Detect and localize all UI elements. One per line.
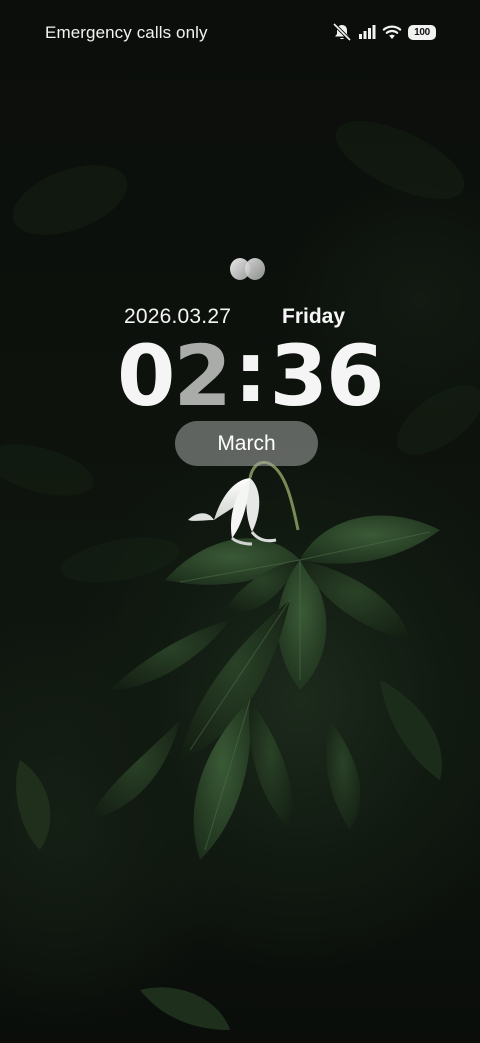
wallpaper-image (0, 121, 480, 1030)
date-text: 2026.03.27 (124, 305, 232, 328)
time-display: 0 2 : 36 (117, 326, 385, 425)
wifi-icon (382, 25, 402, 39)
lock-screen: Emergency calls only 100 2026.03.27 Frid… (0, 0, 480, 1043)
month-pill: March (175, 421, 318, 466)
minutes-digits: 36 (269, 327, 385, 425)
weekday-text: Friday (282, 305, 346, 328)
battery-icon: 100 (408, 24, 436, 40)
hour-tens-digit: 0 (117, 327, 175, 425)
status-icons: 100 (332, 22, 436, 42)
status-bar: Emergency calls only 100 (0, 0, 480, 64)
signal-icon (359, 25, 376, 39)
dots-icon (230, 258, 265, 280)
bell-muted-icon (332, 23, 352, 41)
time-separator: : (233, 323, 268, 421)
flower (188, 478, 277, 546)
hour-ones-digit: 2 (173, 327, 231, 425)
carrier-status-text: Emergency calls only (45, 23, 208, 42)
